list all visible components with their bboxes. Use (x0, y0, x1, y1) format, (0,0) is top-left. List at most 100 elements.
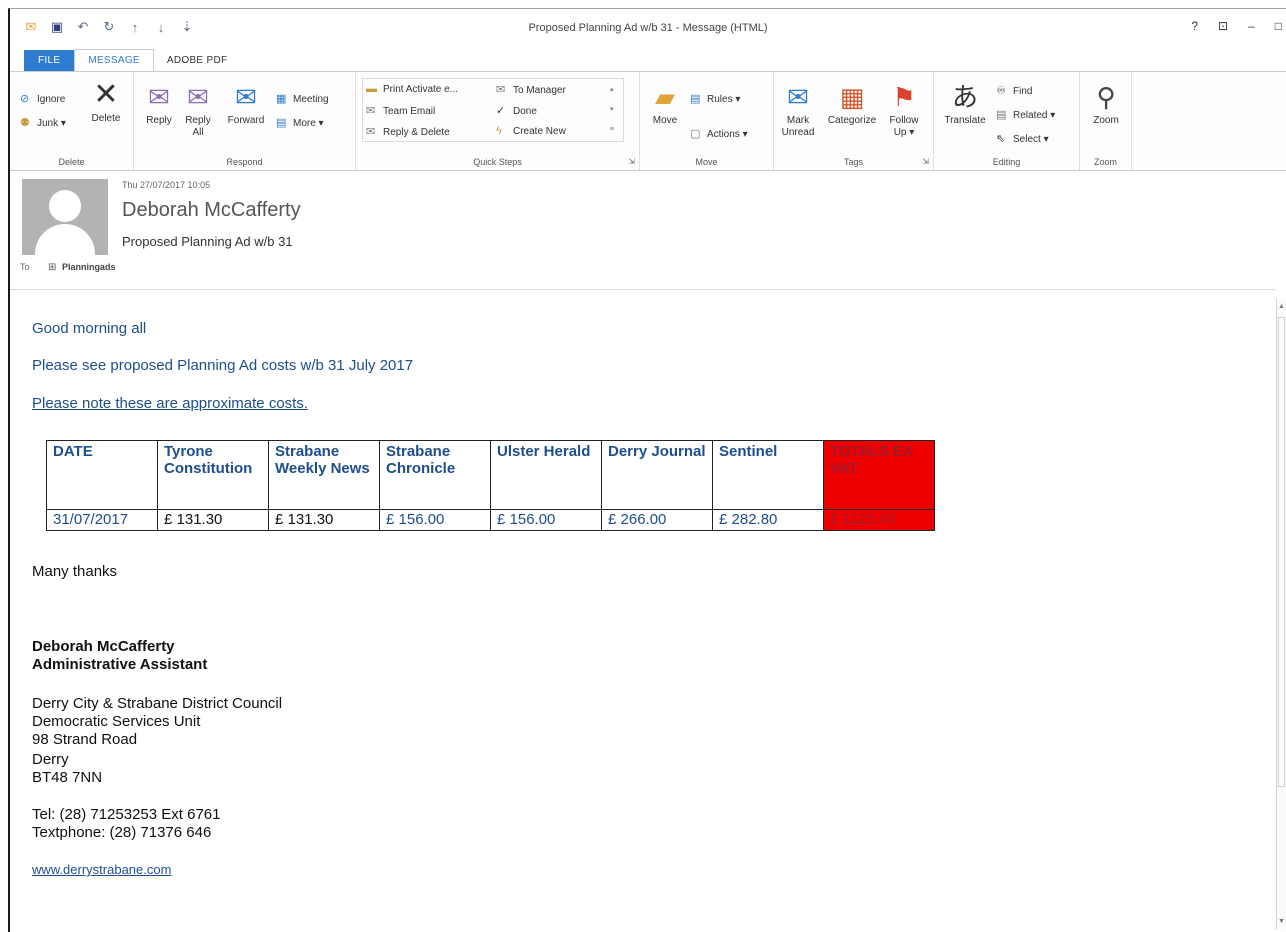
website-link[interactable]: www.derrystrabane.com (32, 861, 171, 879)
editing-group: あ Translate ♾ Find ▤ Related ▾ ⇖ Select ▾ Ed… (934, 72, 1080, 170)
quick-step-to-manager[interactable]: ✉ To Manager (496, 83, 566, 96)
respond-group: ✉ Reply ✉ Reply All ✉ Forward ▦ Meeting ▤ Mor… (134, 72, 356, 170)
tab-adobe-pdf[interactable]: ADOBE PDF (154, 50, 241, 71)
quick-steps-group: ▬ Print Activate e... ✉ Team Email ✉ Reply … (356, 72, 640, 170)
meeting-button[interactable]: ▦ Meeting (276, 92, 329, 105)
gallery-scroll[interactable]: ▴ ▾ ≡ (610, 80, 614, 140)
translate-button[interactable]: あ Translate (938, 82, 992, 127)
quick-step-label: Done (513, 106, 537, 117)
delete-button[interactable]: ✕ Delete (86, 80, 126, 125)
scroll-down-icon[interactable]: ▼ (1278, 918, 1285, 925)
more-label: More ▾ (293, 118, 324, 129)
zoom-label: Zoom (1093, 115, 1119, 126)
quick-step-reply-delete[interactable]: ✉ Reply & Delete (366, 125, 450, 138)
lightning-icon: ϟ (496, 125, 502, 137)
actions-label: Actions ▾ (707, 129, 748, 140)
reply-all-icon: ✉ (187, 82, 209, 112)
rules-label: Rules ▾ (707, 94, 741, 105)
checkmark-icon: ✓ (496, 105, 506, 117)
magnifier-icon: ⚲ (1096, 82, 1116, 112)
delete-label: Delete (91, 113, 121, 124)
outlook-message-window: ✉ ▣ ↶ ↻ ↑ ↓ ⇣ Proposed Planning Ad w/b 3… (8, 8, 1286, 932)
junk-button[interactable]: ⚉ Junk ▾ (20, 116, 66, 129)
more-respond-button[interactable]: ▤ More ▾ (276, 116, 324, 129)
forward-label: Forward (227, 115, 265, 126)
table-header-cell: DATE (46, 440, 158, 510)
related-button[interactable]: ▤ Related ▾ (996, 108, 1055, 121)
meeting-icon: ▦ (276, 93, 287, 105)
to-manager-icon: ✉ (496, 84, 506, 96)
junk-label: Junk ▾ (37, 118, 66, 129)
find-label: Find (1013, 86, 1033, 97)
quick-step-create-new[interactable]: ϟ Create New (496, 125, 566, 137)
avatar-body (35, 224, 95, 255)
window-controls: ? ⊡ – □ (1191, 19, 1282, 33)
delete-group: ⊘ Ignore ⚉ Junk ▾ ✕ Delete Delete (10, 72, 134, 170)
table-header-row: DATE Tyrone Constitution Strabane Weekly… (46, 440, 935, 510)
note-text: Please note these are approximate costs. (32, 395, 308, 412)
tab-message[interactable]: MESSAGE (74, 49, 154, 72)
translate-icon: あ (951, 82, 978, 112)
categorize-button[interactable]: ▦ Categorize (822, 82, 882, 127)
minimize-icon[interactable]: – (1248, 19, 1255, 33)
quick-step-label: Print Activate e... (383, 84, 459, 95)
dialog-launcher-icon[interactable]: ⇲ (628, 157, 635, 166)
table-cell: £ 266.00 (601, 509, 713, 531)
scroll-up-icon[interactable]: ▲ (1278, 303, 1285, 310)
quick-step-team-email[interactable]: ✉ Team Email (366, 104, 435, 117)
ribbon-display-icon[interactable]: ⊡ (1218, 19, 1228, 33)
team-email-icon: ✉ (366, 105, 376, 117)
tab-file[interactable]: FILE (24, 50, 75, 71)
follow-up-label: Follow Up ▾ (889, 115, 919, 138)
vertical-scrollbar[interactable]: ▲ ▼ (1276, 299, 1286, 929)
categorize-icon: ▦ (839, 82, 865, 112)
reply-icon: ✉ (148, 82, 170, 112)
move-group: ▰ Move ▤ Rules ▾ ▢ Actions ▾ Move (640, 72, 774, 170)
tags-group: ✉ Mark Unread ▦ Categorize ⚑ Follow Up ▾ Ta… (774, 72, 934, 170)
categorize-label: Categorize (827, 115, 877, 126)
sender-name[interactable]: Deborah McCafferty (122, 199, 301, 222)
expand-group-icon[interactable]: ⊞ (48, 262, 56, 273)
ignore-button[interactable]: ⊘ Ignore (20, 92, 65, 105)
related-icon: ▤ (996, 109, 1007, 121)
actions-icon: ▢ (690, 128, 701, 140)
more-icon: ▤ (276, 117, 287, 129)
zoom-group-label: Zoom (1093, 157, 1117, 167)
quick-step-print-activate[interactable]: ▬ Print Activate e... (366, 83, 458, 95)
related-label: Related ▾ (1013, 110, 1056, 121)
zoom-button[interactable]: ⚲ Zoom (1084, 82, 1128, 127)
follow-up-button[interactable]: ⚑ Follow Up ▾ (884, 82, 924, 139)
move-button[interactable]: ▰ Move (646, 82, 684, 127)
quick-steps-label: Quick Steps (473, 157, 522, 167)
rules-button[interactable]: ▤ Rules ▾ (690, 92, 740, 105)
table-header-cell: Tyrone Constitution (157, 440, 269, 510)
delete-group-label: Delete (58, 157, 85, 167)
quick-step-label: Reply & Delete (383, 127, 450, 138)
forward-button[interactable]: ✉ Forward (222, 82, 270, 127)
table-header-cell: Strabane Weekly News (268, 440, 380, 510)
find-button[interactable]: ♾ Find (996, 84, 1032, 97)
table-header-cell: Derry Journal (601, 440, 713, 510)
table-cell: £ 156.00 (379, 509, 491, 531)
editing-group-label: Editing (992, 157, 1021, 167)
actions-button[interactable]: ▢ Actions ▾ (690, 127, 748, 140)
maximize-icon[interactable]: □ (1275, 19, 1282, 33)
costs-table: DATE Tyrone Constitution Strabane Weekly… (46, 440, 935, 531)
mark-unread-button[interactable]: ✉ Mark Unread (778, 82, 818, 139)
dialog-launcher-icon[interactable]: ⇲ (922, 157, 929, 166)
table-cell: £ 282.80 (712, 509, 824, 531)
reply-button[interactable]: ✉ Reply (140, 82, 178, 127)
select-button[interactable]: ⇖ Select ▾ (996, 132, 1049, 145)
binoculars-icon: ♾ (996, 85, 1006, 97)
quick-step-done[interactable]: ✓ Done (496, 104, 537, 117)
rules-icon: ▤ (690, 93, 701, 105)
signature-name: Deborah McCafferty (32, 638, 175, 655)
folder-move-icon: ▰ (655, 82, 675, 112)
to-row: To ⊞ Planningads (20, 262, 115, 273)
recipient-group[interactable]: Planningads (62, 262, 116, 272)
print-icon: ▬ (366, 83, 377, 95)
reply-all-button[interactable]: ✉ Reply All (180, 82, 216, 139)
ignore-label: Ignore (37, 94, 66, 105)
help-icon[interactable]: ? (1191, 19, 1198, 33)
scroll-thumb[interactable] (1278, 317, 1285, 787)
